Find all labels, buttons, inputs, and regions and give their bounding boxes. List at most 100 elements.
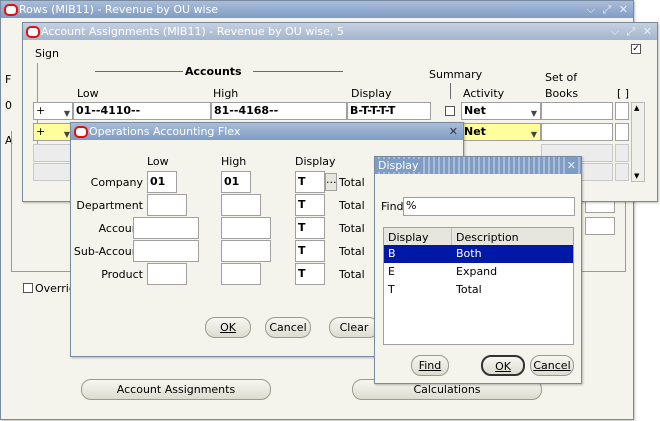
accounts-line-right: [253, 71, 343, 72]
lov-find-label: Find: [381, 200, 404, 213]
assign-window-titlebar: Account Assignments (MIB11) - Revenue by…: [23, 23, 657, 40]
calculations-label: Calculations: [413, 383, 481, 396]
flex-clear-button[interactable]: Clear: [329, 317, 379, 338]
row2-books-field[interactable]: [541, 123, 613, 141]
sub-account-display: T: [298, 244, 306, 257]
rows-window-title: Rows (MIB11) - Revenue by OU wise: [19, 3, 219, 16]
account-total: Total: [339, 222, 365, 235]
assign-top-checkbox[interactable]: ✓: [631, 44, 641, 54]
chevron-down-icon[interactable]: ▼: [531, 106, 537, 119]
window-controls-icon[interactable]: ⌵ ⤢ ✕: [587, 1, 630, 18]
lov-list: Display Description B Both E Expand T To…: [383, 227, 574, 345]
company-low: 01: [150, 175, 166, 188]
flex-ok-label: OK: [220, 321, 236, 334]
row1-low: 01--4110--: [76, 104, 141, 117]
row1-high-field[interactable]: 81--4168--: [211, 102, 347, 120]
account-low-field[interactable]: [133, 217, 199, 239]
lov-ok-button[interactable]: OK: [481, 355, 525, 376]
rows-fragment-0: 0: [5, 99, 12, 112]
row2-sign: +: [36, 125, 46, 138]
company-total: Total: [339, 176, 365, 189]
department-display-field[interactable]: T: [295, 194, 325, 216]
flex-ok-button[interactable]: OK: [205, 317, 251, 338]
row2-extra-field[interactable]: [615, 123, 629, 141]
assign-scrollbar[interactable]: ▲ ▼: [631, 102, 645, 182]
lov-row-t[interactable]: T Total: [384, 281, 573, 299]
row1-activity-field[interactable]: Net ▼: [461, 102, 541, 120]
product-display-field[interactable]: T: [295, 263, 325, 285]
lov-find-input[interactable]: %: [403, 197, 575, 216]
row1-display-field[interactable]: B-T-T-T-T: [347, 102, 431, 120]
sub-account-high-field[interactable]: [221, 240, 271, 262]
set-of-header: Set of: [545, 71, 578, 84]
rows-fragment-f: F: [5, 73, 12, 86]
row1-summary-checkbox[interactable]: [445, 106, 455, 116]
department-high-field[interactable]: [221, 194, 261, 216]
lov-row-b[interactable]: B Both: [384, 245, 573, 263]
override-checkbox[interactable]: [23, 283, 33, 293]
segment-label-product: Product: [101, 268, 143, 281]
row2-sign-field[interactable]: + ▼: [33, 123, 73, 141]
lov-find-button-label: Find: [418, 359, 442, 372]
row4-extra-field[interactable]: [615, 163, 629, 181]
row3-extra-field[interactable]: [615, 144, 629, 162]
flex-clear-label: Clear: [339, 321, 369, 334]
department-display: T: [298, 198, 306, 211]
row1-low-field[interactable]: 01--4110--: [73, 102, 211, 120]
row3-sign-field[interactable]: [33, 144, 73, 162]
oracle-logo-icon: [74, 126, 88, 138]
account-assignments-button[interactable]: Account Assignments: [81, 379, 271, 400]
segment-label-company: Company: [90, 176, 143, 189]
scroll-down-icon[interactable]: ▼: [634, 172, 639, 180]
summary-header: Summary: [429, 68, 483, 81]
row1-books-field[interactable]: [541, 102, 613, 120]
chevron-down-icon[interactable]: ▼: [64, 106, 70, 119]
close-icon[interactable]: ✕: [564, 157, 578, 174]
flex-cancel-label: Cancel: [269, 321, 307, 334]
close-icon[interactable]: ✕: [449, 123, 460, 140]
rows-window-titlebar: Rows (MIB11) - Revenue by OU wise ⌵ ⤢ ✕: [1, 1, 633, 18]
sub-account-low-field[interactable]: [133, 240, 199, 262]
lov-row-desc: Expand: [456, 265, 498, 278]
row1-sign-field[interactable]: + ▼: [33, 102, 73, 120]
product-low-field[interactable]: [147, 263, 187, 285]
department-total: Total: [339, 199, 365, 212]
row1-extra-field[interactable]: [615, 102, 629, 120]
lov-row-desc: Both: [456, 247, 482, 260]
product-high-field[interactable]: [221, 263, 261, 285]
row1-display: B-T-T-T-T: [350, 104, 396, 117]
bracket-header: [ ]: [617, 87, 630, 100]
lov-titlebar: Display ✕: [375, 157, 581, 174]
account-assignments-label: Account Assignments: [116, 383, 236, 396]
chevron-down-icon[interactable]: ▼: [531, 127, 537, 140]
account-high-field[interactable]: [221, 217, 271, 239]
company-high-field[interactable]: 01: [221, 171, 251, 193]
display-lov-button[interactable]: ...: [325, 173, 337, 191]
lov-row-e[interactable]: E Expand: [384, 263, 573, 281]
flex-window-title: Operations Accounting Flex: [89, 125, 241, 138]
department-low-field[interactable]: [147, 194, 187, 216]
lov-cancel-button[interactable]: Cancel: [530, 355, 574, 376]
assign-window-title: Account Assignments (MIB11) - Revenue by…: [41, 25, 344, 38]
company-low-field[interactable]: 01: [147, 171, 177, 193]
books-header: Books: [545, 87, 579, 100]
activity-header: Activity: [463, 87, 505, 100]
account-display-field[interactable]: T: [295, 217, 325, 239]
row2-activity-field[interactable]: Net ▼: [461, 123, 541, 141]
flex-display-header: Display: [295, 155, 336, 168]
flex-cancel-button[interactable]: Cancel: [265, 317, 311, 338]
display-lov-window: Display ✕ Find % Display Description B B…: [374, 156, 582, 384]
sub-account-total: Total: [339, 245, 365, 258]
high-header: High: [213, 87, 239, 100]
lov-find-button[interactable]: Find: [411, 355, 449, 376]
company-display-field[interactable]: T: [295, 171, 325, 193]
lov-row-code: E: [388, 265, 395, 278]
lov-row-desc: Total: [456, 283, 482, 296]
scroll-up-icon[interactable]: ▲: [634, 104, 639, 112]
lov-find-value: %: [406, 199, 417, 212]
window-controls-icon[interactable]: ⌵ ⤢ ✕: [611, 23, 654, 40]
rows-right-field[interactable]: [585, 217, 615, 235]
row4-sign-field[interactable]: [33, 163, 73, 181]
sub-account-display-field[interactable]: T: [295, 240, 325, 262]
lov-list-header: Display Description: [384, 228, 573, 246]
